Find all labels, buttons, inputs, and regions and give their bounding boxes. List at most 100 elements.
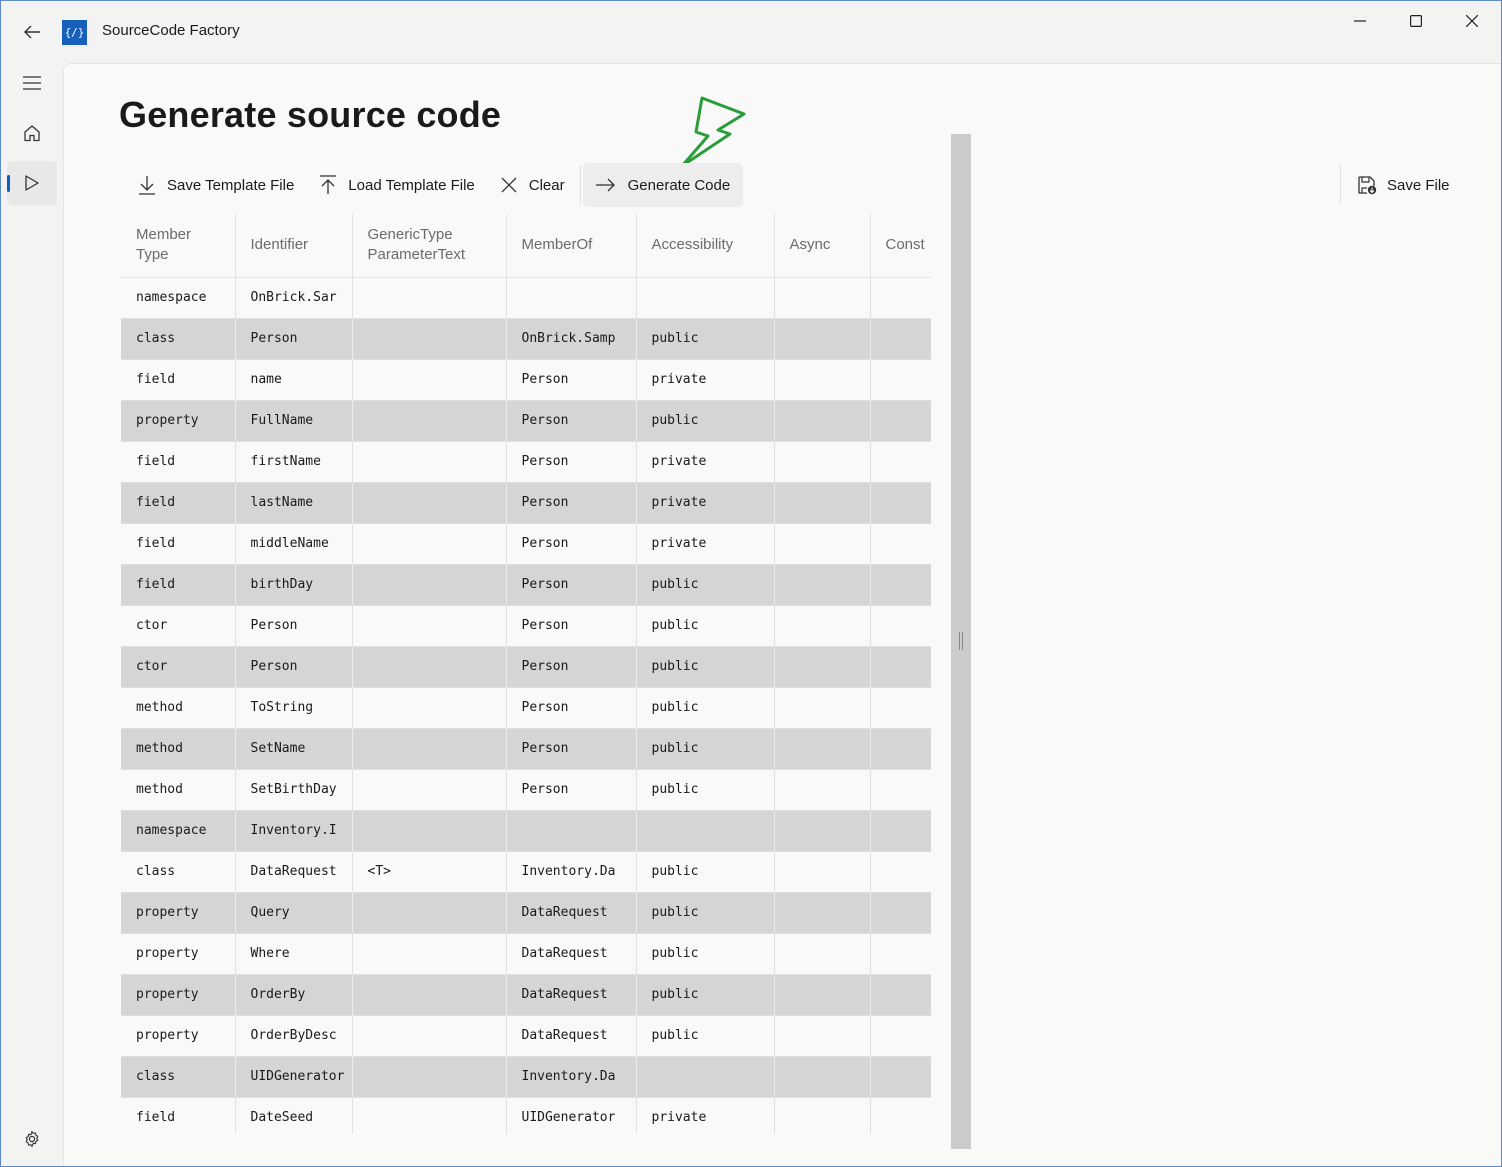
table-cell[interactable]: [636, 810, 775, 852]
nav-item-home[interactable]: [7, 111, 57, 155]
table-cell[interactable]: public: [636, 974, 775, 1016]
table-cell[interactable]: DateSeed: [235, 1097, 353, 1134]
table-cell[interactable]: DataRequest: [506, 1015, 637, 1057]
table-cell[interactable]: [870, 769, 931, 811]
table-cell[interactable]: SetName: [235, 728, 353, 770]
table-cell[interactable]: [774, 974, 871, 1016]
table-cell[interactable]: field: [121, 482, 236, 524]
table-row[interactable]: namespace OnBrick.Sar: [121, 277, 931, 319]
table-cell[interactable]: [352, 400, 507, 442]
table-cell[interactable]: [352, 892, 507, 934]
table-cell[interactable]: [870, 810, 931, 852]
table-cell[interactable]: [352, 687, 507, 729]
table-cell[interactable]: [870, 605, 931, 647]
close-button[interactable]: [1444, 1, 1500, 41]
table-cell[interactable]: [774, 728, 871, 770]
table-cell[interactable]: namespace: [121, 277, 236, 319]
table-cell[interactable]: Person: [506, 482, 637, 524]
table-cell[interactable]: Query: [235, 892, 353, 934]
table-cell[interactable]: [506, 810, 637, 852]
table-cell[interactable]: property: [121, 974, 236, 1016]
table-row[interactable]: property OrderBy DataRequest public: [121, 974, 931, 1016]
table-cell[interactable]: [870, 400, 931, 442]
column-header[interactable]: Accessibility: [636, 214, 775, 278]
table-cell[interactable]: Person: [235, 646, 353, 688]
table-row[interactable]: field DateSeed UIDGenerator private: [121, 1097, 931, 1134]
table-cell[interactable]: [870, 482, 931, 524]
table-cell[interactable]: [774, 400, 871, 442]
table-row[interactable]: field firstName Person private: [121, 441, 931, 483]
load-template-button[interactable]: Load Template File: [307, 163, 487, 207]
table-row[interactable]: class Person OnBrick.Samp public: [121, 318, 931, 360]
table-row[interactable]: method SetName Person public: [121, 728, 931, 770]
table-cell[interactable]: [352, 933, 507, 975]
table-cell[interactable]: field: [121, 1097, 236, 1134]
table-cell[interactable]: [506, 277, 637, 319]
table-row[interactable]: method ToString Person public: [121, 687, 931, 729]
table-cell[interactable]: field: [121, 359, 236, 401]
table-cell[interactable]: [774, 687, 871, 729]
table-cell[interactable]: [870, 564, 931, 606]
table-cell[interactable]: OrderBy: [235, 974, 353, 1016]
members-grid[interactable]: Member Type Identifier GenericType Param…: [121, 214, 931, 1134]
table-cell[interactable]: UIDGenerator: [506, 1097, 637, 1134]
table-cell[interactable]: [870, 277, 931, 319]
table-cell[interactable]: [870, 851, 931, 893]
table-cell[interactable]: [774, 1056, 871, 1098]
table-cell[interactable]: [352, 318, 507, 360]
table-row[interactable]: property OrderByDesc DataRequest public: [121, 1015, 931, 1057]
table-cell[interactable]: [774, 277, 871, 319]
table-cell[interactable]: Person: [506, 605, 637, 647]
table-row[interactable]: ctor Person Person public: [121, 605, 931, 647]
table-cell[interactable]: [870, 523, 931, 565]
nav-menu-toggle[interactable]: [7, 61, 57, 105]
table-cell[interactable]: Inventory.I: [235, 810, 353, 852]
table-cell[interactable]: property: [121, 933, 236, 975]
table-cell[interactable]: field: [121, 441, 236, 483]
table-cell[interactable]: name: [235, 359, 353, 401]
table-cell[interactable]: DataRequest: [506, 974, 637, 1016]
table-cell[interactable]: Person: [506, 400, 637, 442]
table-cell[interactable]: public: [636, 564, 775, 606]
table-cell[interactable]: birthDay: [235, 564, 353, 606]
table-cell[interactable]: method: [121, 687, 236, 729]
table-cell[interactable]: private: [636, 359, 775, 401]
table-cell[interactable]: property: [121, 1015, 236, 1057]
table-cell[interactable]: Person: [235, 318, 353, 360]
column-header[interactable]: Member Type: [121, 214, 236, 278]
table-cell[interactable]: UIDGenerator: [235, 1056, 353, 1098]
table-cell[interactable]: [870, 1097, 931, 1134]
column-header[interactable]: Async: [774, 214, 871, 278]
table-cell[interactable]: [870, 974, 931, 1016]
table-cell[interactable]: [774, 769, 871, 811]
table-row[interactable]: field name Person private: [121, 359, 931, 401]
table-cell[interactable]: public: [636, 318, 775, 360]
table-cell[interactable]: DataRequest: [506, 933, 637, 975]
table-cell[interactable]: [352, 359, 507, 401]
table-cell[interactable]: [352, 441, 507, 483]
table-cell[interactable]: [352, 605, 507, 647]
table-cell[interactable]: [870, 687, 931, 729]
table-cell[interactable]: [774, 892, 871, 934]
table-cell[interactable]: [352, 769, 507, 811]
table-row[interactable]: ctor Person Person public: [121, 646, 931, 688]
table-cell[interactable]: <T>: [352, 851, 507, 893]
table-cell[interactable]: private: [636, 482, 775, 524]
table-cell[interactable]: OrderByDesc: [235, 1015, 353, 1057]
table-cell[interactable]: public: [636, 933, 775, 975]
table-cell[interactable]: SetBirthDay: [235, 769, 353, 811]
table-cell[interactable]: [352, 523, 507, 565]
table-cell[interactable]: class: [121, 318, 236, 360]
table-cell[interactable]: [870, 441, 931, 483]
table-cell[interactable]: [774, 523, 871, 565]
table-cell[interactable]: [774, 441, 871, 483]
table-cell[interactable]: private: [636, 441, 775, 483]
table-cell[interactable]: Where: [235, 933, 353, 975]
table-cell[interactable]: [774, 564, 871, 606]
table-cell[interactable]: [352, 1015, 507, 1057]
maximize-button[interactable]: [1388, 1, 1444, 41]
table-row[interactable]: namespace Inventory.I: [121, 810, 931, 852]
table-cell[interactable]: OnBrick.Samp: [506, 318, 637, 360]
table-cell[interactable]: [774, 646, 871, 688]
table-cell[interactable]: middleName: [235, 523, 353, 565]
